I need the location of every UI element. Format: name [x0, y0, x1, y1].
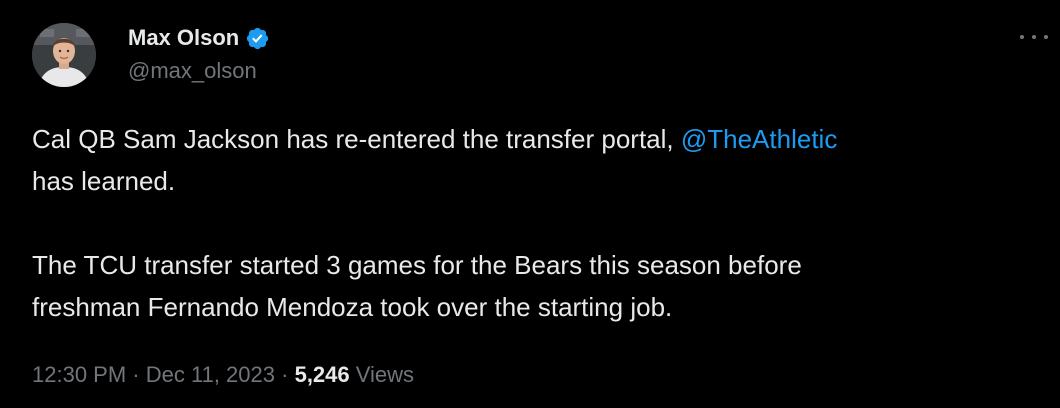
views-count[interactable]: 5,246 — [295, 362, 350, 387]
mention-link[interactable]: @TheAthletic — [681, 124, 837, 154]
tweet-card: Max Olson @max_olson Cal QB Sam Jackson … — [0, 0, 1060, 408]
verified-badge-icon[interactable] — [245, 26, 270, 51]
tweet-text-segment: Cal QB Sam Jackson has re-entered the tr… — [32, 124, 681, 154]
tweet-text-segment: The TCU transfer started 3 games for the… — [32, 250, 802, 280]
more-dot — [1020, 35, 1024, 39]
more-dot — [1044, 35, 1048, 39]
more-options-icon[interactable] — [1020, 25, 1048, 49]
meta-separator: · — [281, 362, 289, 387]
tweet-paragraph-1: Cal QB Sam Jackson has re-entered the tr… — [32, 118, 1032, 202]
tweet-meta: 12:30 PM · Dec 11, 2023 · 5,246 Views — [32, 362, 414, 388]
avatar[interactable] — [32, 23, 96, 87]
tweet-text: Cal QB Sam Jackson has re-entered the tr… — [32, 118, 1032, 328]
author-display-name[interactable]: Max Olson — [128, 25, 239, 51]
tweet-text-segment: has learned. — [32, 166, 176, 196]
author-handle[interactable]: @max_olson — [128, 58, 257, 84]
tweet-text-segment: freshman Fernando Mendoza took over the … — [32, 292, 673, 322]
views-label: Views — [355, 362, 415, 387]
more-dot — [1032, 35, 1036, 39]
tweet-date[interactable]: Dec 11, 2023 — [146, 362, 275, 387]
avatar-image — [32, 23, 96, 87]
author-name-row: Max Olson — [128, 23, 270, 53]
tweet-paragraph-2: The TCU transfer started 3 games for the… — [32, 244, 1032, 328]
meta-separator: · — [132, 362, 140, 387]
tweet-time[interactable]: 12:30 PM — [32, 362, 126, 387]
